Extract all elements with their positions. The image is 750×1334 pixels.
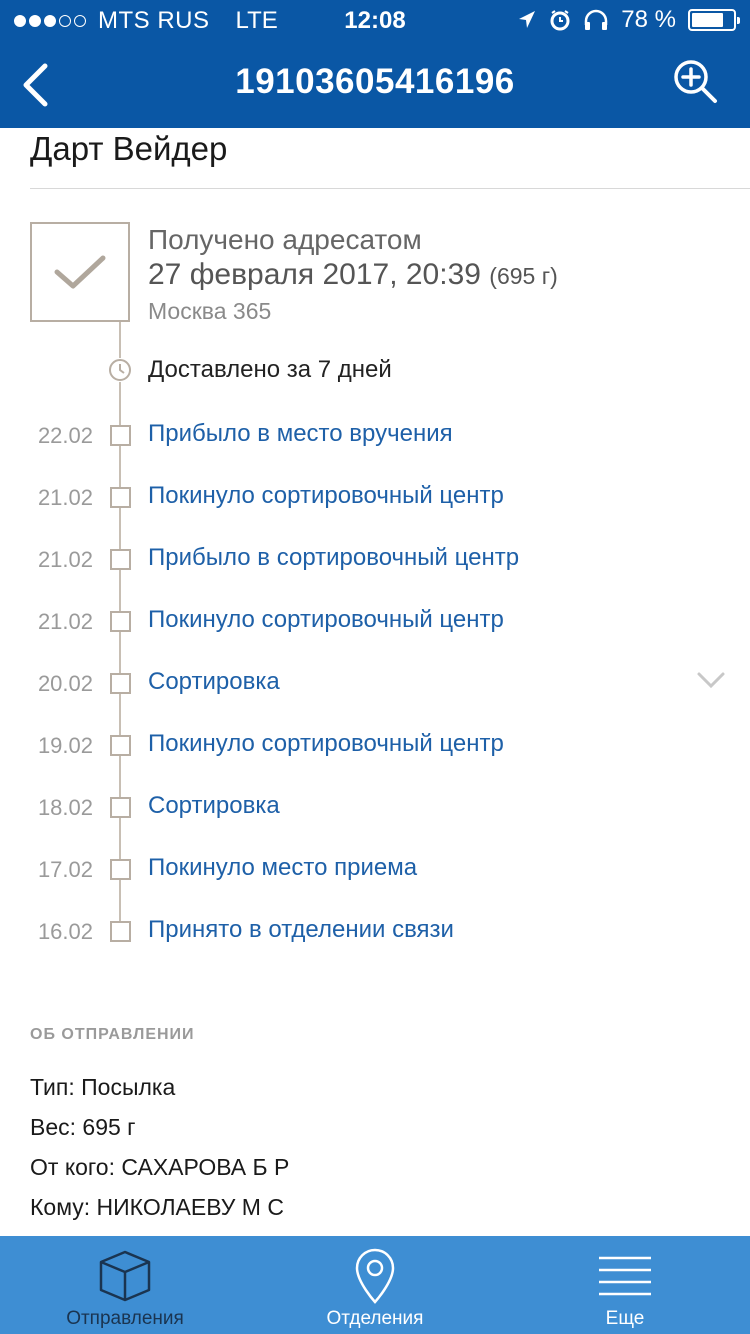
battery-percent: 78 % [621, 6, 676, 33]
tracking-number-title: 19103605416196 [235, 62, 515, 101]
tab-shipments[interactable]: Отправления [0, 1236, 250, 1334]
event-marker [110, 859, 131, 880]
tab-label: Еще [605, 1308, 645, 1329]
event-marker [110, 735, 131, 756]
timeline-event[interactable]: 21.02 Покинуло сортировочный центр [0, 479, 750, 519]
timeline-event[interactable]: 19.02 Покинуло сортировочный центр [0, 727, 750, 767]
status-datetime-text: 27 февраля 2017, 20:39 [148, 258, 481, 291]
delivery-duration: Доставлено за 7 дней [148, 356, 392, 383]
event-date: 16.02 [37, 919, 93, 944]
info-to: Кому: НИКОЛАЕВУ М С [30, 1194, 284, 1220]
info-weight: Вес: 695 г [30, 1114, 136, 1140]
timeline-event[interactable]: 20.02 Сортировка [0, 665, 750, 705]
status-bar: MTS RUS LTE 12:08 78 % [0, 0, 750, 40]
current-status-place: Москва 365 [148, 298, 272, 324]
event-text-link[interactable]: Покинуло сортировочный центр [148, 730, 504, 758]
event-marker [110, 549, 131, 570]
zoom-in-icon [674, 60, 717, 103]
clock-icon [108, 358, 132, 382]
info-from: От кого: САХАРОВА Б Р [30, 1154, 290, 1180]
event-date: 17.02 [37, 857, 93, 882]
event-marker [110, 487, 131, 508]
tab-label: Отделения [326, 1308, 424, 1329]
event-text-link[interactable]: Принято в отделении связи [148, 916, 454, 944]
event-marker [110, 425, 131, 446]
current-status-title: Получено адресатом [148, 224, 422, 255]
info-type: Тип: Посылка [30, 1074, 176, 1100]
timeline-event[interactable]: 17.02 Покинуло место приема [0, 851, 750, 891]
alarm-icon [550, 10, 570, 31]
event-date: 21.02 [37, 485, 93, 510]
event-text-link[interactable]: Сортировка [148, 668, 280, 696]
event-date: 19.02 [37, 733, 93, 758]
box-icon [99, 1250, 151, 1302]
timeline-event[interactable]: 21.02 Прибыло в сортировочный центр [0, 541, 750, 581]
tab-label: Отправления [66, 1308, 184, 1329]
event-text-link[interactable]: Прибыло в сортировочный центр [148, 544, 519, 572]
event-date: 21.02 [37, 609, 93, 634]
checkmark-icon [54, 255, 106, 289]
menu-icon [599, 1256, 651, 1296]
event-text-link[interactable]: Прибыло в место вручения [148, 420, 453, 448]
tab-bar: Отправления Отделения Еще [0, 1236, 750, 1334]
status-weight: (695 г) [489, 263, 558, 289]
tab-offices[interactable]: Отделения [250, 1236, 500, 1334]
headphones-icon [585, 9, 608, 30]
zoom-button[interactable] [672, 58, 722, 108]
location-pin-icon [355, 1248, 395, 1304]
event-marker [110, 611, 131, 632]
event-date: 18.02 [37, 795, 93, 820]
timeline-event[interactable]: 22.02 Прибыло в место вручения [0, 417, 750, 457]
event-marker [110, 797, 131, 818]
battery-icon [688, 9, 740, 31]
chevron-down-icon[interactable] [696, 668, 726, 692]
location-arrow-icon [519, 11, 536, 28]
status-check-box [30, 222, 130, 322]
about-section-title: ОБ ОТПРАВЛЕНИИ [30, 1026, 195, 1043]
event-text-link[interactable]: Покинуло сортировочный центр [148, 606, 504, 634]
event-date: 22.02 [37, 423, 93, 448]
timeline-event[interactable]: 16.02 Принято в отделении связи [0, 913, 750, 953]
event-marker [110, 921, 131, 942]
timeline-event[interactable]: 18.02 Сортировка [0, 789, 750, 829]
top-bar: MTS RUS LTE 12:08 78 % 19103605416196 [0, 0, 750, 128]
divider [30, 188, 750, 189]
recipient-name: Дарт Вейдер [30, 130, 228, 167]
event-date: 20.02 [37, 671, 93, 696]
event-text-link[interactable]: Сортировка [148, 792, 280, 820]
event-date: 21.02 [37, 547, 93, 572]
timeline-event[interactable]: 21.02 Покинуло сортировочный центр [0, 603, 750, 643]
current-status-datetime: 27 февраля 2017, 20:39 (695 г) [148, 258, 558, 292]
event-marker [110, 673, 131, 694]
event-text-link[interactable]: Покинуло сортировочный центр [148, 482, 504, 510]
tab-more[interactable]: Еще [500, 1236, 750, 1334]
event-text-link[interactable]: Покинуло место приема [148, 854, 417, 882]
